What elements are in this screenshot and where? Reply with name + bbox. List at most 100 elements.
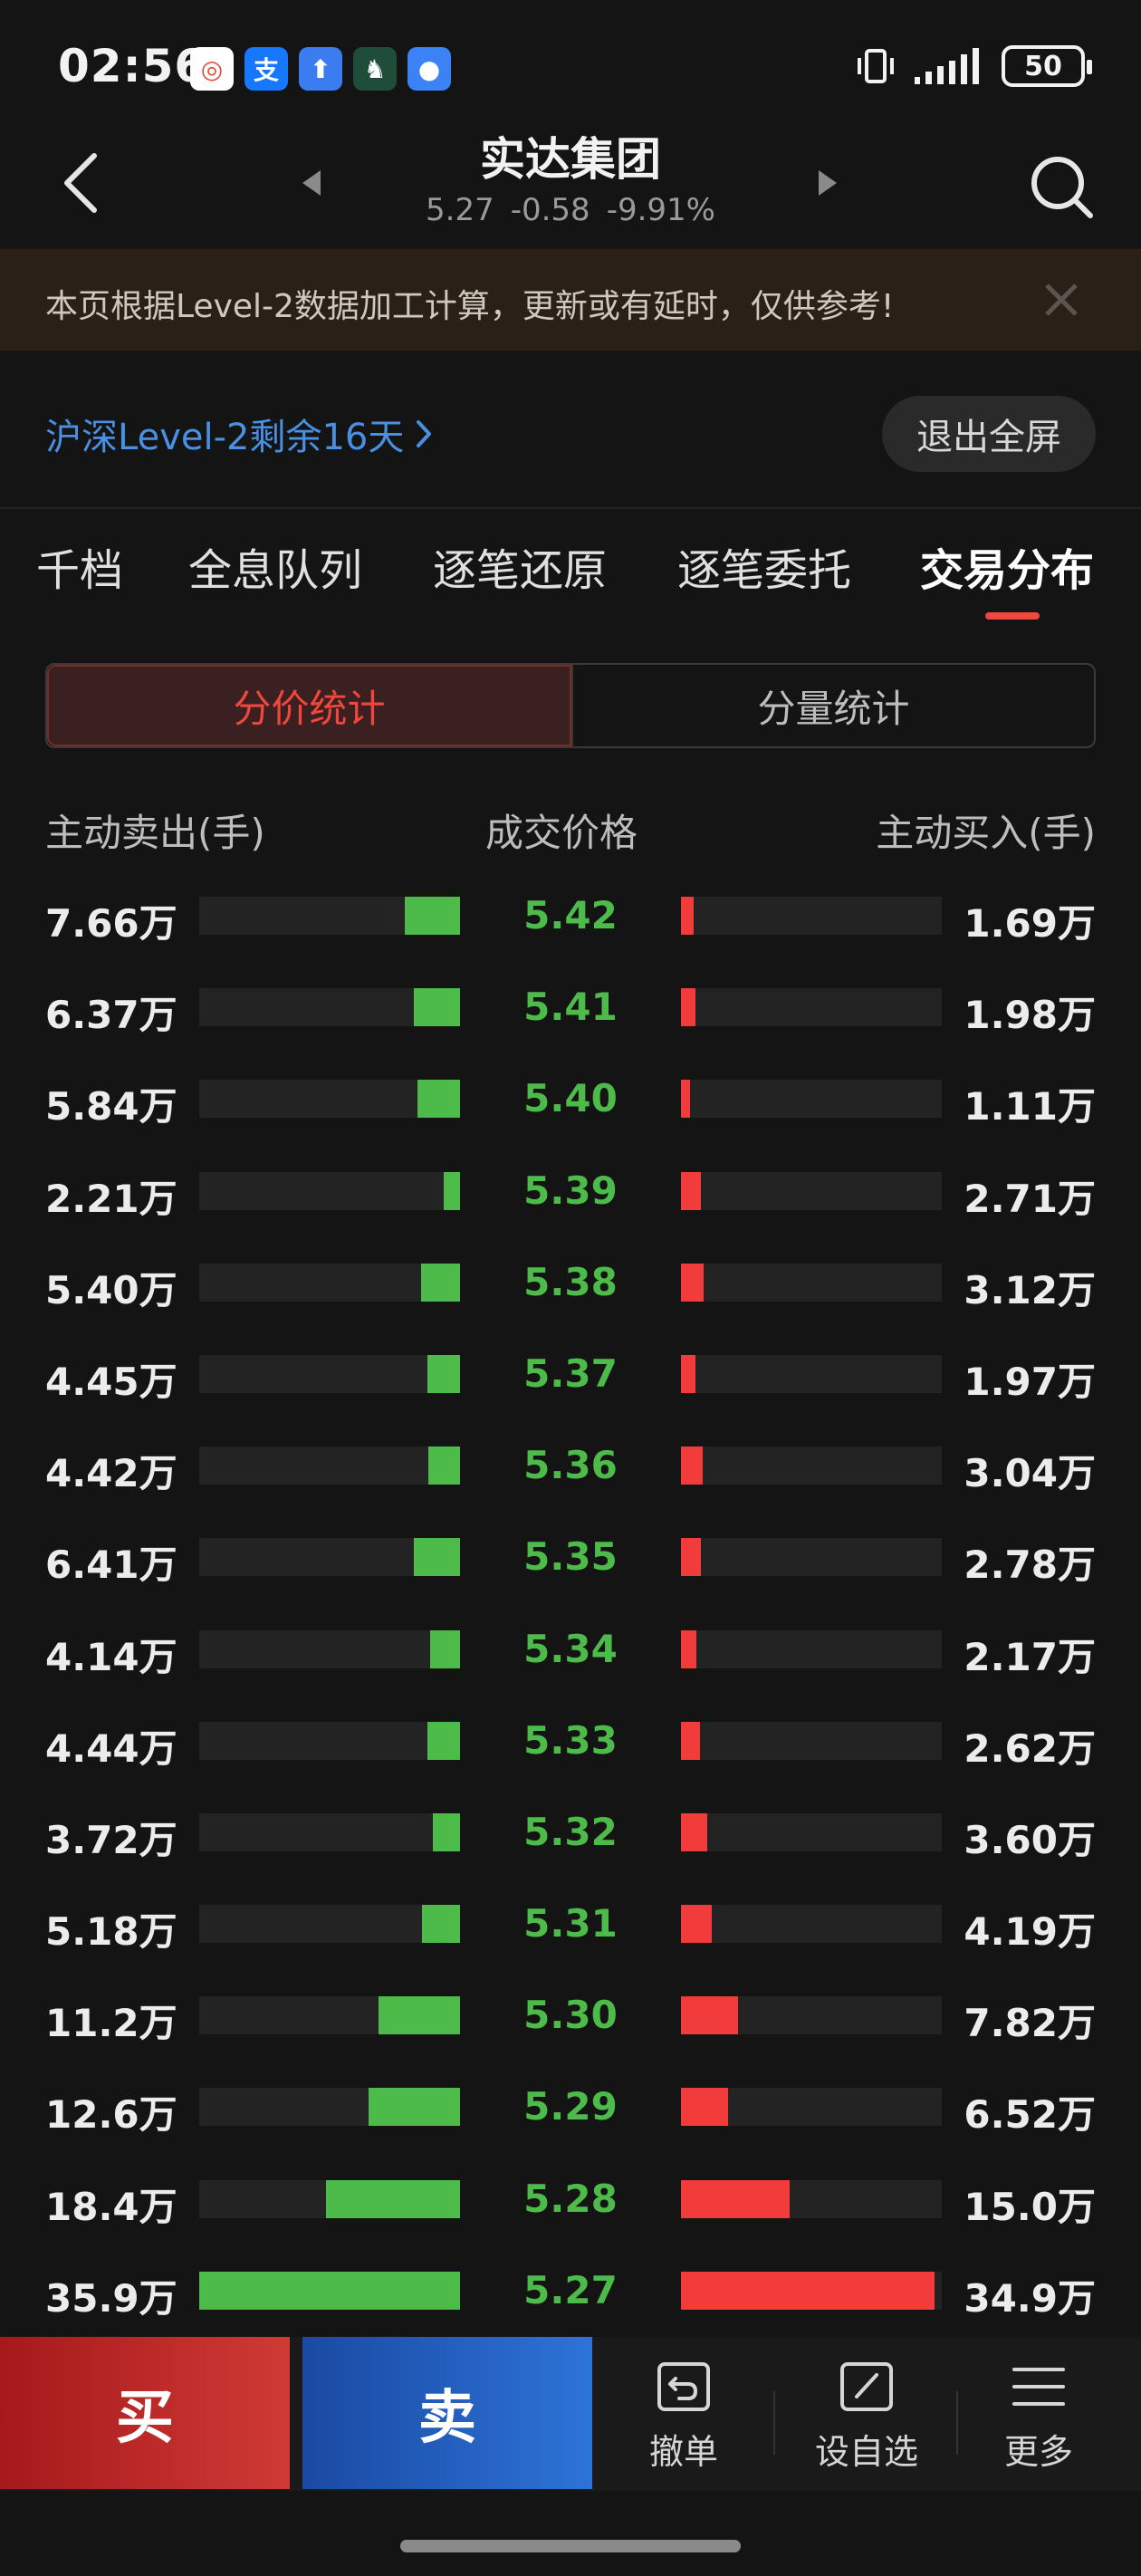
buy-volume-bar [681, 1263, 704, 1302]
buy-volume: 2.78万 [964, 1543, 1096, 1588]
buy-volume-bar [681, 897, 694, 935]
tab-qiandang[interactable]: 千档 [36, 534, 123, 598]
buy-bar-track [681, 1171, 942, 1210]
buy-volume-bar [681, 1171, 701, 1210]
trade-price: 5.32 [523, 1809, 618, 1854]
prev-stock-icon[interactable] [297, 165, 324, 201]
buy-volume-bar [681, 1538, 701, 1577]
buy-bar-track [681, 1629, 942, 1668]
table-row: 5.18万 5.31 4.19万 [0, 1879, 1141, 1971]
more-label: 更多 [1003, 2432, 1073, 2472]
buy-bar-track [681, 1538, 942, 1577]
sell-button[interactable]: 卖 [302, 2337, 592, 2489]
buy-volume: 3.04万 [964, 1451, 1096, 1496]
table-row: 2.21万 5.39 2.71万 [0, 1147, 1141, 1238]
segment-by-volume[interactable]: 分量统计 [571, 665, 1094, 746]
trade-price: 5.34 [523, 1626, 618, 1671]
buy-bar-track [681, 1721, 942, 1760]
buy-volume: 34.9万 [964, 2275, 1096, 2321]
table-row: 7.66万 5.42 1.69万 [0, 871, 1141, 963]
level2-bar: 沪深Level-2剩余16天 退出全屏 [0, 362, 1141, 507]
status-bar: 02:56 ◎ 支 ⬆ ♞ ● 50 [0, 0, 1141, 136]
sell-bar-track [199, 1812, 460, 1851]
buy-volume: 1.69万 [964, 901, 1096, 946]
trade-price: 5.28 [523, 2176, 618, 2221]
sell-volume-bar [414, 1538, 460, 1577]
sell-volume-bar [444, 1171, 460, 1210]
buy-volume-bar [681, 1447, 703, 1485]
search-icon[interactable] [1027, 152, 1096, 221]
sell-volume-bar [417, 1080, 460, 1119]
status-time: 02:56 [58, 40, 207, 92]
sell-volume: 7.66万 [45, 901, 177, 946]
table-row: 3.72万 5.32 3.60万 [0, 1788, 1141, 1879]
buy-volume-bar [681, 1721, 700, 1760]
segment-by-price[interactable]: 分价统计 [47, 665, 571, 746]
tab-quanxi-queue[interactable]: 全息队列 [188, 534, 362, 598]
trade-price: 5.27 [523, 2267, 618, 2312]
sell-bar-track [199, 1996, 460, 2035]
level2-subscription-link[interactable]: 沪深Level-2剩余16天 [45, 408, 433, 460]
next-stock-icon[interactable] [815, 165, 842, 201]
stat-mode-segment: 分价统计 分量统计 [45, 663, 1096, 748]
tab-zhubi-order[interactable]: 逐笔委托 [677, 534, 851, 598]
add-watchlist-button[interactable]: 设自选 [790, 2359, 944, 2474]
tab-trade-distribution[interactable]: 交易分布 [920, 534, 1094, 598]
home-indicator[interactable] [400, 2540, 741, 2552]
signal-icon [915, 48, 979, 84]
buy-button[interactable]: 买 [0, 2337, 290, 2489]
sell-bar-track [199, 1354, 460, 1393]
trade-price: 5.40 [523, 1076, 618, 1121]
cancel-order-button[interactable]: 撤单 [607, 2359, 761, 2474]
cancel-order-icon [657, 2362, 710, 2411]
sell-volume: 11.2万 [45, 2001, 177, 2046]
stock-title-block: 实达集团 5.27 -0.58 -9.91% [344, 132, 797, 228]
table-row: 35.9万 5.27 34.9万 [0, 2246, 1141, 2338]
trade-price: 5.36 [523, 1443, 618, 1488]
sell-volume: 2.21万 [45, 1176, 177, 1221]
back-icon[interactable] [54, 147, 109, 219]
message-app-icon: ● [408, 47, 451, 91]
sell-bar-track [199, 1447, 460, 1485]
chevron-right-icon [417, 420, 432, 447]
buy-bar-track [681, 1812, 942, 1851]
exit-fullscreen-button[interactable]: 退出全屏 [882, 396, 1096, 472]
sell-bar-track [199, 1263, 460, 1302]
close-icon[interactable] [1041, 280, 1081, 320]
trade-price: 5.30 [523, 1993, 618, 2038]
sell-volume-bar [428, 1447, 460, 1485]
table-row: 4.42万 5.36 3.04万 [0, 1421, 1141, 1513]
sell-bar-track [199, 1538, 460, 1577]
sell-volume-bar [421, 1263, 460, 1302]
sell-bar-track [199, 897, 460, 935]
sell-volume: 4.44万 [45, 1725, 177, 1771]
buy-bar-track [681, 1447, 942, 1485]
sell-bar-track [199, 2179, 460, 2218]
sell-volume: 35.9万 [45, 2275, 177, 2321]
app-icon-4: ♞ [353, 47, 397, 91]
buy-bar-track [681, 1080, 942, 1119]
table-row: 5.84万 5.40 1.11万 [0, 1054, 1141, 1146]
stock-change-pct: -9.91% [606, 192, 715, 228]
sell-volume-bar [379, 1996, 460, 2035]
sell-bar-track [199, 2088, 460, 2127]
more-button[interactable]: 更多 [962, 2359, 1116, 2474]
buy-bar-track [681, 1354, 942, 1393]
buy-volume: 1.97万 [964, 1359, 1096, 1404]
buy-volume: 2.62万 [964, 1725, 1096, 1771]
trade-price: 5.33 [523, 1717, 618, 1763]
trade-price: 5.29 [523, 2084, 618, 2129]
notification-icons: ◎ 支 ⬆ ♞ ● [190, 47, 451, 91]
separator [956, 2391, 958, 2455]
sell-bar-track [199, 1171, 460, 1210]
buy-bar-track [681, 1996, 942, 2035]
sell-bar-track [199, 988, 460, 1027]
status-right: 50 [855, 45, 1092, 87]
cancel-order-label: 撤单 [648, 2432, 718, 2472]
tab-zhubi-restore[interactable]: 逐笔还原 [433, 534, 607, 598]
buy-volume: 2.71万 [964, 1176, 1096, 1221]
buy-bar-track [681, 2088, 942, 2127]
sell-volume-bar [427, 1354, 460, 1393]
menu-icon [1012, 2368, 1065, 2406]
sell-bar-track [199, 1905, 460, 1944]
